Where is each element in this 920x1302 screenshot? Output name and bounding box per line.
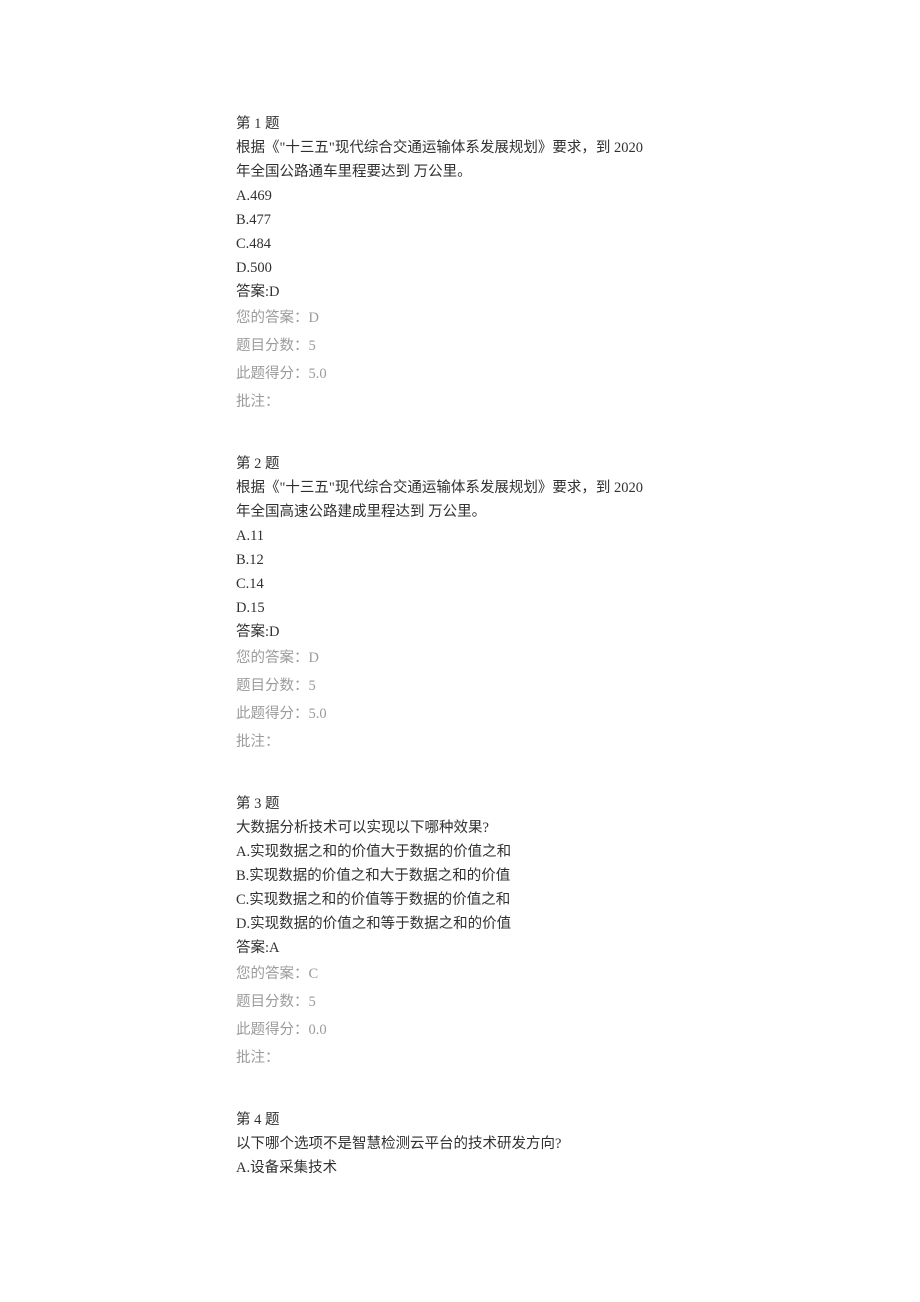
question-prompt-line: 年全国高速公路建成里程达到 万公里。 (236, 500, 684, 524)
question-prompt-line: 以下哪个选项不是智慧检测云平台的技术研发方向? (236, 1132, 684, 1156)
earned-label: 此题得分： (236, 706, 309, 722)
question-prefix: 第 (236, 456, 254, 472)
question-prompt-line: 根据《"十三五"现代综合交通运输体系发展规划》要求，到 2020 (236, 476, 684, 500)
question-prompt-line: 大数据分析技术可以实现以下哪种效果? (236, 816, 684, 840)
correct-answer: 答案:A (236, 936, 684, 960)
answer-label: 答案: (236, 284, 269, 300)
score-line: 题目分数：5 (236, 332, 684, 360)
question-title: 第 1 题 (236, 112, 684, 136)
answer-value: D (269, 284, 279, 300)
question-option: D.500 (236, 256, 684, 280)
earned-label: 此题得分： (236, 1022, 309, 1038)
correct-answer: 答案:D (236, 620, 684, 644)
correct-answer: 答案:D (236, 280, 684, 304)
question-option: A.11 (236, 524, 684, 548)
question-block: 第 3 题 大数据分析技术可以实现以下哪种效果? A.实现数据之和的价值大于数据… (236, 792, 684, 1072)
question-option: B.477 (236, 208, 684, 232)
answer-label: 答案: (236, 624, 269, 640)
score-value: 5 (309, 678, 316, 694)
question-title: 第 2 题 (236, 452, 684, 476)
note-label: 批注： (236, 394, 280, 410)
question-prefix: 第 (236, 1112, 254, 1128)
earned-label: 此题得分： (236, 366, 309, 382)
answer-value: D (269, 624, 279, 640)
score-line: 题目分数：5 (236, 988, 684, 1016)
score-label: 题目分数： (236, 338, 309, 354)
earned-value: 0.0 (309, 1022, 327, 1038)
your-answer-value: D (309, 650, 319, 666)
score-value: 5 (309, 994, 316, 1010)
earned-value: 5.0 (309, 366, 327, 382)
question-option: C.484 (236, 232, 684, 256)
answer-value: A (269, 940, 279, 956)
question-prefix: 第 (236, 116, 254, 132)
question-block: 第 2 题 根据《"十三五"现代综合交通运输体系发展规划》要求，到 2020 年… (236, 452, 684, 756)
your-answer-label: 您的答案： (236, 650, 309, 666)
note-line: 批注： (236, 728, 684, 756)
question-suffix: 题 (261, 456, 279, 472)
question-option: D.15 (236, 596, 684, 620)
question-option: D.实现数据的价值之和等于数据之和的价值 (236, 912, 684, 936)
earned-line: 此题得分：5.0 (236, 700, 684, 728)
question-option: A.469 (236, 184, 684, 208)
your-answer-line: 您的答案：D (236, 644, 684, 672)
note-line: 批注： (236, 1044, 684, 1072)
your-answer-value: D (309, 310, 319, 326)
note-label: 批注： (236, 734, 280, 750)
question-option: B.实现数据的价值之和大于数据之和的价值 (236, 864, 684, 888)
earned-line: 此题得分：0.0 (236, 1016, 684, 1044)
your-answer-label: 您的答案： (236, 310, 309, 326)
question-suffix: 题 (261, 796, 279, 812)
question-prefix: 第 (236, 796, 254, 812)
score-value: 5 (309, 338, 316, 354)
question-option: C.14 (236, 572, 684, 596)
your-answer-label: 您的答案： (236, 966, 309, 982)
question-option: A.设备采集技术 (236, 1156, 684, 1180)
score-label: 题目分数： (236, 994, 309, 1010)
question-prompt-line: 年全国公路通车里程要达到 万公里。 (236, 160, 684, 184)
score-line: 题目分数：5 (236, 672, 684, 700)
earned-line: 此题得分：5.0 (236, 360, 684, 388)
question-suffix: 题 (261, 116, 279, 132)
question-block: 第 1 题 根据《"十三五"现代综合交通运输体系发展规划》要求，到 2020 年… (236, 112, 684, 416)
note-line: 批注： (236, 388, 684, 416)
your-answer-line: 您的答案：D (236, 304, 684, 332)
your-answer-value: C (309, 966, 319, 982)
question-option: B.12 (236, 548, 684, 572)
earned-value: 5.0 (309, 706, 327, 722)
question-prompt-line: 根据《"十三五"现代综合交通运输体系发展规划》要求，到 2020 (236, 136, 684, 160)
question-option: C.实现数据之和的价值等于数据的价值之和 (236, 888, 684, 912)
question-suffix: 题 (261, 1112, 279, 1128)
your-answer-line: 您的答案：C (236, 960, 684, 988)
question-title: 第 4 题 (236, 1108, 684, 1132)
question-title: 第 3 题 (236, 792, 684, 816)
score-label: 题目分数： (236, 678, 309, 694)
page-content: 第 1 题 根据《"十三五"现代综合交通运输体系发展规划》要求，到 2020 年… (0, 0, 920, 1256)
note-label: 批注： (236, 1050, 280, 1066)
question-block: 第 4 题 以下哪个选项不是智慧检测云平台的技术研发方向? A.设备采集技术 (236, 1108, 684, 1180)
answer-label: 答案: (236, 940, 269, 956)
question-option: A.实现数据之和的价值大于数据的价值之和 (236, 840, 684, 864)
